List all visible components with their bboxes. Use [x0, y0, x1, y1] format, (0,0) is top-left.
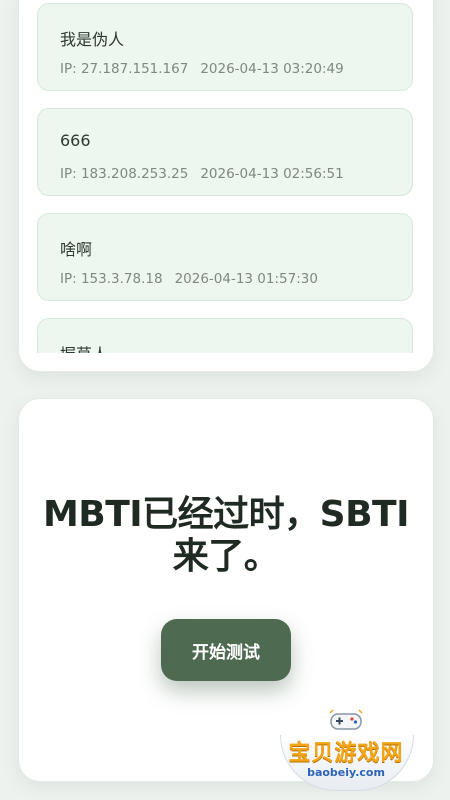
start-test-button[interactable]: 开始测试 — [161, 619, 291, 681]
comment-text: 啥啊 — [60, 240, 93, 259]
comment-item: 啥啊 IP: 153.3.78.18 2026-04-13 01:57:30 — [37, 213, 413, 301]
comment-text: 握草人 — [60, 341, 108, 353]
comment-time: 2026-04-13 03:20:49 — [200, 61, 344, 77]
comment-time: 2026-04-13 01:57:30 — [174, 271, 318, 287]
comment-ip: IP: 27.187.151.167 — [60, 61, 189, 77]
watermark-url: baobeiy.com — [307, 766, 385, 779]
watermark: 宝贝游戏网 baobeiy.com — [276, 705, 416, 791]
comment-item: 我是伪人 IP: 27.187.151.167 2026-04-13 03:20:… — [37, 3, 413, 91]
hero-title: MBTI已经过时，SBTI 来了。 — [19, 494, 433, 578]
comment-time: 2026-04-13 02:56:51 — [200, 166, 344, 182]
comment-item: 666 IP: 183.208.253.25 2026-04-13 02:56:5… — [37, 108, 413, 196]
comment-item: 握草人 — [37, 318, 413, 353]
page: 我是伪人 IP: 27.187.151.167 2026-04-13 03:20:… — [0, 0, 450, 800]
comments-card: 我是伪人 IP: 27.187.151.167 2026-04-13 03:20:… — [18, 0, 434, 372]
watermark-name: 宝贝游戏网 — [288, 741, 404, 766]
comment-meta: IP: 183.208.253.25 2026-04-13 02:56:51 — [60, 166, 344, 182]
gamepad-icon — [329, 709, 363, 730]
comment-ip: IP: 153.3.78.18 — [60, 271, 163, 287]
comment-text: 666 — [60, 131, 91, 150]
comment-meta: IP: 27.187.151.167 2026-04-13 03:20:49 — [60, 61, 344, 77]
hero-title-line1: MBTI已经过时，SBTI — [42, 494, 410, 535]
comment-meta: IP: 153.3.78.18 2026-04-13 01:57:30 — [60, 271, 318, 287]
hero-title-line2: 来了。 — [172, 536, 280, 577]
comments-list[interactable]: 我是伪人 IP: 27.187.151.167 2026-04-13 03:20:… — [19, 0, 433, 353]
comment-ip: IP: 183.208.253.25 — [60, 166, 189, 182]
comment-text: 我是伪人 — [60, 30, 125, 49]
